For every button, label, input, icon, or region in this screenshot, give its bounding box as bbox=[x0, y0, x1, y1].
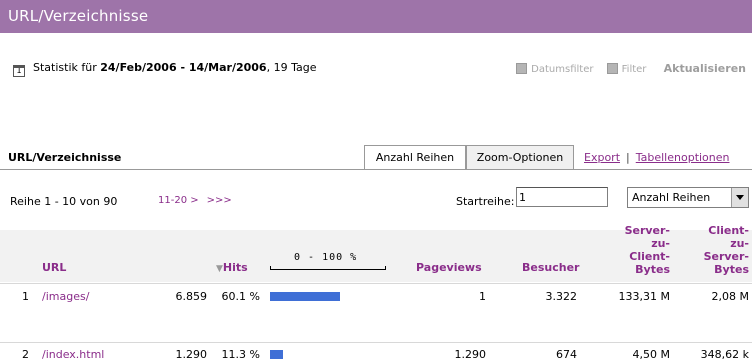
table-row: 2 /index.html 1.290 11.3 % 1.290 674 4,5… bbox=[0, 342, 752, 363]
row-rank: 1 bbox=[22, 290, 29, 303]
column-header-hits[interactable]: ▼Hits bbox=[216, 261, 248, 274]
header-line: Server- bbox=[703, 250, 749, 263]
column-header-url[interactable]: URL bbox=[42, 261, 66, 274]
header-line: Bytes bbox=[714, 263, 749, 276]
row-hits: 6.859 bbox=[175, 290, 208, 303]
header-line: zu- bbox=[651, 237, 670, 250]
row-pageviews: 1 bbox=[479, 290, 486, 303]
row-rank: 2 bbox=[22, 348, 29, 361]
filter-checkbox[interactable] bbox=[606, 63, 618, 74]
row-percent: 60.1 % bbox=[221, 290, 260, 303]
start-row-input[interactable] bbox=[516, 187, 608, 207]
percent-scale: 0 - 100 % bbox=[270, 252, 386, 276]
row-hits: 1.290 bbox=[175, 348, 208, 361]
export-link[interactable]: Export bbox=[584, 151, 620, 164]
rows-select-value: Anzahl Reihen bbox=[632, 191, 711, 204]
row-url-link[interactable]: /images/ bbox=[42, 290, 89, 303]
scale-tick bbox=[385, 266, 386, 270]
filter-bar: Datumsfilter Filter Aktualisieren bbox=[516, 62, 746, 75]
scale-tick bbox=[270, 266, 271, 270]
next-page-link[interactable]: 11-20 > bbox=[158, 195, 199, 206]
row-server-client-bytes: 133,31 M bbox=[618, 290, 670, 303]
section-title: URL/Verzeichnisse bbox=[8, 151, 122, 164]
header-line: Client- bbox=[708, 224, 749, 237]
table-links: Export | Tabellenoptionen bbox=[584, 151, 730, 164]
column-header-server-client-bytes[interactable]: Server- zu- Client- Bytes bbox=[625, 224, 670, 276]
header-line: zu- bbox=[730, 237, 749, 250]
row-besucher: 3.322 bbox=[545, 290, 578, 303]
rows-select[interactable]: Anzahl Reihen bbox=[627, 187, 749, 208]
aktualisieren-button[interactable]: Aktualisieren bbox=[664, 62, 746, 75]
date-range-line: 1 Statistik für 24/Feb/2006 - 14/Mar/2006… bbox=[13, 61, 316, 77]
tab-zoom-optionen[interactable]: Zoom-Optionen bbox=[466, 145, 574, 170]
column-header-pageviews[interactable]: Pageviews bbox=[416, 261, 482, 274]
row-server-client-bytes: 4,50 M bbox=[632, 348, 670, 361]
chevron-down-icon[interactable] bbox=[731, 188, 748, 207]
row-client-server-bytes: 348,62 k bbox=[700, 348, 749, 361]
hits-bar bbox=[270, 292, 340, 301]
row-besucher: 674 bbox=[556, 348, 577, 361]
last-page-link[interactable]: >>> bbox=[207, 195, 232, 206]
row-pageviews: 1.290 bbox=[454, 348, 487, 361]
column-header-client-server-bytes[interactable]: Client- zu- Server- Bytes bbox=[704, 224, 749, 276]
page-title: URL/Verzeichnisse bbox=[8, 7, 149, 25]
title-bar: URL/Verzeichnisse bbox=[0, 0, 752, 33]
start-row-label: Startreihe: bbox=[456, 195, 515, 208]
calendar-icon[interactable]: 1 bbox=[13, 65, 25, 77]
stats-suffix: , 19 Tage bbox=[266, 61, 317, 74]
stats-range: 24/Feb/2006 - 14/Mar/2006 bbox=[100, 61, 267, 74]
table-row: 1 /images/ 6.859 60.1 % 1 3.322 133,31 M… bbox=[0, 283, 752, 308]
scale-label: 0 - 100 % bbox=[294, 252, 358, 263]
row-url-link[interactable]: /index.html bbox=[42, 348, 104, 361]
header-line: Server- bbox=[624, 224, 670, 237]
link-separator: | bbox=[626, 151, 630, 164]
row-client-server-bytes: 2,08 M bbox=[711, 290, 749, 303]
stats-prefix: Statistik für bbox=[33, 61, 101, 74]
column-header-hits-label: Hits bbox=[222, 261, 248, 274]
tab-anzahl-reihen[interactable]: Anzahl Reihen bbox=[364, 145, 466, 170]
scale-axis bbox=[270, 269, 386, 270]
header-line: Bytes bbox=[635, 263, 670, 276]
sort-desc-icon: ▼ bbox=[216, 264, 223, 274]
row-info: Reihe 1 - 10 von 90 bbox=[10, 195, 118, 208]
row-percent: 11.3 % bbox=[221, 348, 260, 361]
datumsfilter-label: Datumsfilter bbox=[531, 64, 594, 75]
datumsfilter-checkbox[interactable] bbox=[516, 63, 528, 74]
column-header-besucher[interactable]: Besucher bbox=[522, 261, 579, 274]
section-divider bbox=[0, 169, 752, 170]
hits-bar bbox=[270, 350, 283, 359]
filter-label: Filter bbox=[621, 64, 647, 75]
header-line: Client- bbox=[629, 250, 670, 263]
pager: 11-20 > >>> bbox=[158, 195, 240, 206]
tabellenoptionen-link[interactable]: Tabellenoptionen bbox=[636, 151, 730, 164]
